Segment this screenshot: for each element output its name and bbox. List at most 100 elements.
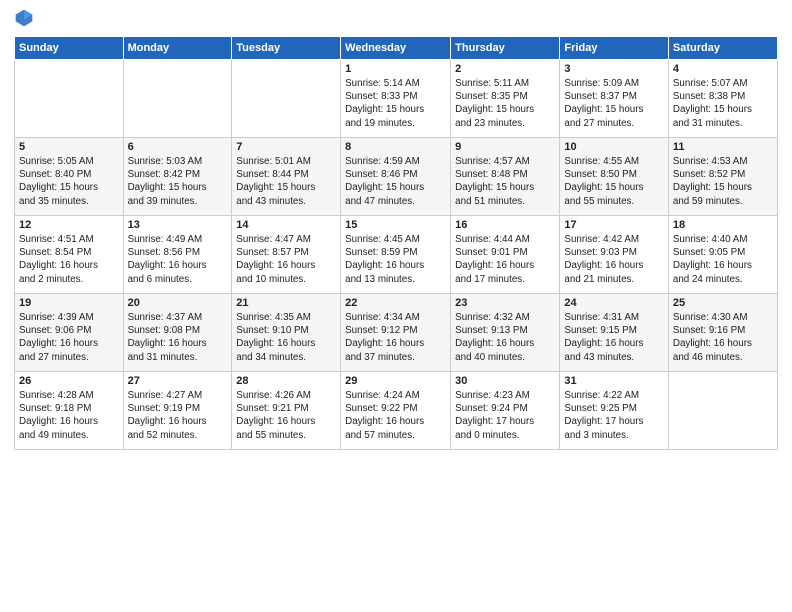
calendar-cell: 29Sunrise: 4:24 AM Sunset: 9:22 PM Dayli…: [341, 372, 451, 450]
calendar-cell: [668, 372, 777, 450]
day-number: 30: [455, 375, 555, 387]
day-info: Sunrise: 4:47 AM Sunset: 8:57 PM Dayligh…: [236, 233, 336, 286]
day-number: 11: [673, 141, 773, 153]
calendar-cell: 22 Sunrise: 4:34 AM Sunset: 9:12 PM Dayli…: [341, 294, 451, 372]
day-info: Sunrise: 4:31 AM Sunset: 9:15 PM Dayligh…: [564, 311, 663, 364]
calendar-cell: 13 Sunrise: 4:49 AM Sunset: 8:56 PM Dayli…: [123, 216, 232, 294]
day-number: 9: [455, 141, 555, 153]
day-number: 8: [345, 141, 446, 153]
day-info: Sunrise: 4:40 AM Sunset: 9:05 PM Dayligh…: [673, 233, 773, 286]
calendar-cell: 30Sunrise: 4:23 AM Sunset: 9:24 PM Dayli…: [451, 372, 560, 450]
calendar-cell: 11 Sunrise: 4:53 AM Sunset: 8:52 PM Dayli…: [668, 138, 777, 216]
calendar-cell: 10Sunrise: 4:55 AM Sunset: 8:50 PM Dayli…: [560, 138, 668, 216]
day-info: Sunrise: 4:51 AM Sunset: 8:54 PM Dayligh…: [19, 233, 119, 286]
calendar-cell: 4 Sunrise: 5:07 AM Sunset: 8:38 PM Daylig…: [668, 60, 777, 138]
day-number: 31: [564, 375, 663, 387]
day-number: 27: [128, 375, 228, 387]
day-number: 23: [455, 297, 555, 309]
day-info: Sunrise: 4:37 AM Sunset: 9:08 PM Dayligh…: [128, 311, 228, 364]
calendar-cell: 1 Sunrise: 5:14 AM Sunset: 8:33 PM Daylig…: [341, 60, 451, 138]
logo-icon: [14, 8, 34, 28]
calendar-cell: 17 Sunrise: 4:42 AM Sunset: 9:03 PM Dayli…: [560, 216, 668, 294]
calendar-week-row: 19 Sunrise: 4:39 AM Sunset: 9:06 PM Dayli…: [15, 294, 778, 372]
calendar-cell: 8 Sunrise: 4:59 AM Sunset: 8:46 PM Daylig…: [341, 138, 451, 216]
calendar-cell: [232, 60, 341, 138]
day-number: 2: [455, 63, 555, 75]
day-info: Sunrise: 4:26 AM Sunset: 9:21 PM Dayligh…: [236, 389, 336, 442]
day-info: Sunrise: 4:32 AM Sunset: 9:13 PM Dayligh…: [455, 311, 555, 364]
calendar-cell: [123, 60, 232, 138]
day-number: 28: [236, 375, 336, 387]
weekday-header: Sunday: [15, 37, 124, 60]
calendar-week-row: 1 Sunrise: 5:14 AM Sunset: 8:33 PM Daylig…: [15, 60, 778, 138]
day-info: Sunrise: 4:27 AM Sunset: 9:19 PM Dayligh…: [128, 389, 228, 442]
day-info: Sunrise: 4:35 AM Sunset: 9:10 PM Dayligh…: [236, 311, 336, 364]
calendar-cell: 23 Sunrise: 4:32 AM Sunset: 9:13 PM Dayli…: [451, 294, 560, 372]
day-info: Sunrise: 4:57 AM Sunset: 8:48 PM Dayligh…: [455, 155, 555, 208]
day-info: Sunrise: 5:07 AM Sunset: 8:38 PM Dayligh…: [673, 77, 773, 130]
day-info: Sunrise: 4:59 AM Sunset: 8:46 PM Dayligh…: [345, 155, 446, 208]
calendar-cell: 3 Sunrise: 5:09 AM Sunset: 8:37 PM Daylig…: [560, 60, 668, 138]
day-number: 7: [236, 141, 336, 153]
day-info: Sunrise: 4:30 AM Sunset: 9:16 PM Dayligh…: [673, 311, 773, 364]
calendar-cell: 24 Sunrise: 4:31 AM Sunset: 9:15 PM Dayli…: [560, 294, 668, 372]
calendar-cell: 12Sunrise: 4:51 AM Sunset: 8:54 PM Dayli…: [15, 216, 124, 294]
weekday-header: Wednesday: [341, 37, 451, 60]
day-number: 15: [345, 219, 446, 231]
calendar-week-row: 5 Sunrise: 5:05 AM Sunset: 8:40 PM Daylig…: [15, 138, 778, 216]
calendar-week-row: 12Sunrise: 4:51 AM Sunset: 8:54 PM Dayli…: [15, 216, 778, 294]
day-number: 14: [236, 219, 336, 231]
header: [14, 10, 778, 28]
day-info: Sunrise: 5:11 AM Sunset: 8:35 PM Dayligh…: [455, 77, 555, 130]
day-info: Sunrise: 4:45 AM Sunset: 8:59 PM Dayligh…: [345, 233, 446, 286]
day-info: Sunrise: 5:09 AM Sunset: 8:37 PM Dayligh…: [564, 77, 663, 130]
day-info: Sunrise: 4:53 AM Sunset: 8:52 PM Dayligh…: [673, 155, 773, 208]
day-number: 22: [345, 297, 446, 309]
day-number: 5: [19, 141, 119, 153]
calendar-cell: 7 Sunrise: 5:01 AM Sunset: 8:44 PM Daylig…: [232, 138, 341, 216]
calendar-table: SundayMondayTuesdayWednesdayThursdayFrid…: [14, 36, 778, 450]
calendar-cell: 25 Sunrise: 4:30 AM Sunset: 9:16 PM Dayli…: [668, 294, 777, 372]
day-info: Sunrise: 5:03 AM Sunset: 8:42 PM Dayligh…: [128, 155, 228, 208]
day-number: 29: [345, 375, 446, 387]
day-number: 21: [236, 297, 336, 309]
weekday-header: Friday: [560, 37, 668, 60]
calendar-cell: 5 Sunrise: 5:05 AM Sunset: 8:40 PM Daylig…: [15, 138, 124, 216]
day-info: Sunrise: 4:22 AM Sunset: 9:25 PM Dayligh…: [564, 389, 663, 442]
day-number: 24: [564, 297, 663, 309]
calendar-cell: 21 Sunrise: 4:35 AM Sunset: 9:10 PM Dayli…: [232, 294, 341, 372]
day-info: Sunrise: 4:49 AM Sunset: 8:56 PM Dayligh…: [128, 233, 228, 286]
calendar-cell: 26Sunrise: 4:28 AM Sunset: 9:18 PM Dayli…: [15, 372, 124, 450]
calendar-cell: 9 Sunrise: 4:57 AM Sunset: 8:48 PM Daylig…: [451, 138, 560, 216]
day-number: 25: [673, 297, 773, 309]
calendar-cell: 28 Sunrise: 4:26 AM Sunset: 9:21 PM Dayli…: [232, 372, 341, 450]
day-info: Sunrise: 5:01 AM Sunset: 8:44 PM Dayligh…: [236, 155, 336, 208]
weekday-header: Monday: [123, 37, 232, 60]
day-number: 16: [455, 219, 555, 231]
calendar-header-row: SundayMondayTuesdayWednesdayThursdayFrid…: [15, 37, 778, 60]
calendar-cell: 16 Sunrise: 4:44 AM Sunset: 9:01 PM Dayli…: [451, 216, 560, 294]
page: SundayMondayTuesdayWednesdayThursdayFrid…: [0, 0, 792, 612]
day-number: 26: [19, 375, 119, 387]
calendar-week-row: 26Sunrise: 4:28 AM Sunset: 9:18 PM Dayli…: [15, 372, 778, 450]
day-info: Sunrise: 4:44 AM Sunset: 9:01 PM Dayligh…: [455, 233, 555, 286]
calendar-cell: [15, 60, 124, 138]
calendar-cell: 15 Sunrise: 4:45 AM Sunset: 8:59 PM Dayli…: [341, 216, 451, 294]
day-number: 4: [673, 63, 773, 75]
weekday-header: Saturday: [668, 37, 777, 60]
day-number: 17: [564, 219, 663, 231]
calendar-cell: 18Sunrise: 4:40 AM Sunset: 9:05 PM Dayli…: [668, 216, 777, 294]
day-number: 19: [19, 297, 119, 309]
day-info: Sunrise: 4:42 AM Sunset: 9:03 PM Dayligh…: [564, 233, 663, 286]
day-info: Sunrise: 4:39 AM Sunset: 9:06 PM Dayligh…: [19, 311, 119, 364]
day-info: Sunrise: 4:34 AM Sunset: 9:12 PM Dayligh…: [345, 311, 446, 364]
calendar-cell: 14 Sunrise: 4:47 AM Sunset: 8:57 PM Dayli…: [232, 216, 341, 294]
day-info: Sunrise: 5:14 AM Sunset: 8:33 PM Dayligh…: [345, 77, 446, 130]
calendar-cell: 31 Sunrise: 4:22 AM Sunset: 9:25 PM Dayli…: [560, 372, 668, 450]
day-number: 1: [345, 63, 446, 75]
weekday-header: Thursday: [451, 37, 560, 60]
calendar-cell: 20Sunrise: 4:37 AM Sunset: 9:08 PM Dayli…: [123, 294, 232, 372]
day-number: 13: [128, 219, 228, 231]
day-info: Sunrise: 5:05 AM Sunset: 8:40 PM Dayligh…: [19, 155, 119, 208]
day-number: 3: [564, 63, 663, 75]
